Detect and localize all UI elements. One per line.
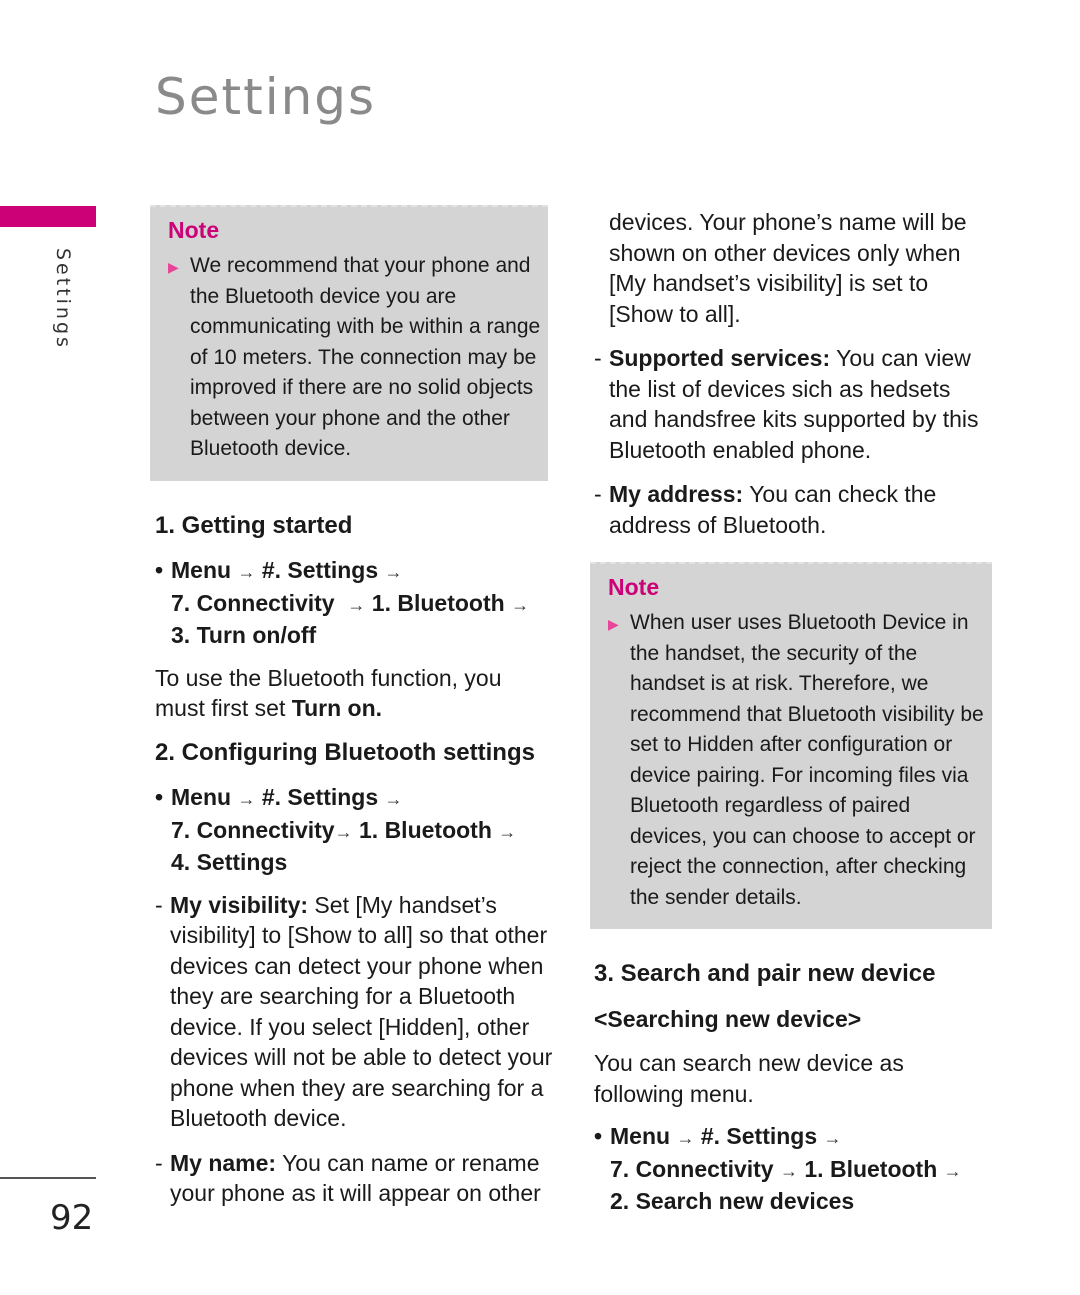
triangle-right-icon: ▶: [168, 259, 179, 275]
right-column: devices. Your phone’s name will be shown…: [590, 205, 994, 1229]
arrow-right-icon: →: [237, 562, 256, 582]
page-number: 92: [50, 1198, 94, 1238]
note-text: We recommend that your phone and the Blu…: [190, 254, 541, 460]
arrow-right-icon: →: [676, 1128, 695, 1148]
bullet-icon: •: [155, 557, 164, 583]
arrow-right-icon: →: [823, 1128, 842, 1148]
path-step: Menu: [171, 784, 232, 810]
setting-description: Set [My handset’s visibility] to [Show t…: [170, 891, 553, 1132]
path-step: 1. Bluetooth: [804, 1155, 938, 1182]
paragraph: To use the Bluetooth function, you must …: [155, 663, 555, 724]
arrow-right-icon: →: [511, 594, 530, 615]
setting-label: My name:: [170, 1149, 277, 1176]
path-step: 7. Connectivity: [610, 1155, 774, 1182]
note-box: Note ▶ We recommend that your phone and …: [150, 205, 548, 481]
setting-item: - My name: You can name or rename your p…: [155, 1148, 555, 1209]
menu-path: • Menu → #. Settings → 7. Connectivity →…: [155, 555, 555, 651]
section-heading: 2. Configuring Bluetooth settings: [155, 738, 535, 766]
arrow-right-icon: →: [334, 821, 353, 842]
path-step: 7. Connectivity: [171, 589, 335, 616]
path-step: #. Settings: [261, 784, 379, 810]
arrow-right-icon: →: [498, 821, 517, 842]
path-step: 2. Search new devices: [610, 1188, 855, 1214]
menu-path: • Menu → #. Settings → 7. Connectivity→ …: [155, 782, 555, 878]
dash-marker: -: [155, 1149, 163, 1176]
section-heading: 3. Search and pair new device: [594, 960, 936, 987]
section-heading: 1. Getting started: [155, 511, 353, 539]
setting-item: - Supported services: You can view the l…: [594, 343, 994, 465]
arrow-right-icon: →: [384, 789, 403, 809]
paragraph: You can search new device as following m…: [594, 1050, 904, 1107]
dash-marker: -: [594, 345, 602, 371]
footer-divider: [0, 1177, 96, 1179]
note-box: Note ▶ When user uses Bluetooth Device i…: [590, 562, 992, 929]
note-title: Note: [168, 217, 220, 243]
arrow-right-icon: →: [943, 1160, 962, 1181]
path-step: 7. Connectivity: [171, 816, 335, 843]
bullet-icon: •: [155, 784, 164, 810]
left-column: Note ▶ We recommend that your phone and …: [150, 205, 555, 1223]
arrow-right-icon: →: [237, 789, 256, 809]
setting-label: Supported services:: [609, 345, 831, 371]
page-title: Settings: [155, 68, 377, 126]
setting-label: My address:: [609, 481, 744, 507]
path-step: 3. Turn on/off: [171, 622, 317, 648]
note-text: When user uses Bluetooth Device in the h…: [630, 611, 984, 909]
dash-marker: -: [155, 891, 163, 918]
path-step: Menu: [171, 557, 232, 583]
path-step: #. Settings: [261, 557, 379, 583]
emphasis-text: Turn on.: [291, 695, 383, 721]
path-step: 1. Bluetooth: [371, 589, 505, 616]
arrow-right-icon: →: [347, 594, 366, 615]
triangle-right-icon: ▶: [608, 616, 619, 632]
continued-text: devices. Your phone’s name will be shown…: [609, 209, 967, 327]
setting-item: - My visibility: Set [My handset’s visib…: [155, 890, 555, 1134]
path-step: 1. Bluetooth: [359, 816, 492, 843]
setting-item: - My address: You can check the address …: [594, 479, 994, 540]
arrow-right-icon: →: [384, 562, 403, 582]
path-step: 4. Settings: [171, 849, 288, 875]
path-step: #. Settings: [700, 1123, 818, 1149]
note-title: Note: [608, 574, 660, 600]
arrow-right-icon: →: [780, 1160, 798, 1181]
menu-path: • Menu → #. Settings → 7. Connectivity →…: [594, 1121, 994, 1217]
path-step: Menu: [610, 1123, 671, 1149]
side-section-label: Settings: [52, 248, 74, 350]
dash-marker: -: [594, 481, 602, 507]
setting-label: My visibility:: [170, 891, 309, 918]
subsection-heading: <Searching new device>: [594, 1005, 862, 1032]
section-tab-marker: [0, 206, 96, 227]
bullet-icon: •: [594, 1123, 603, 1149]
